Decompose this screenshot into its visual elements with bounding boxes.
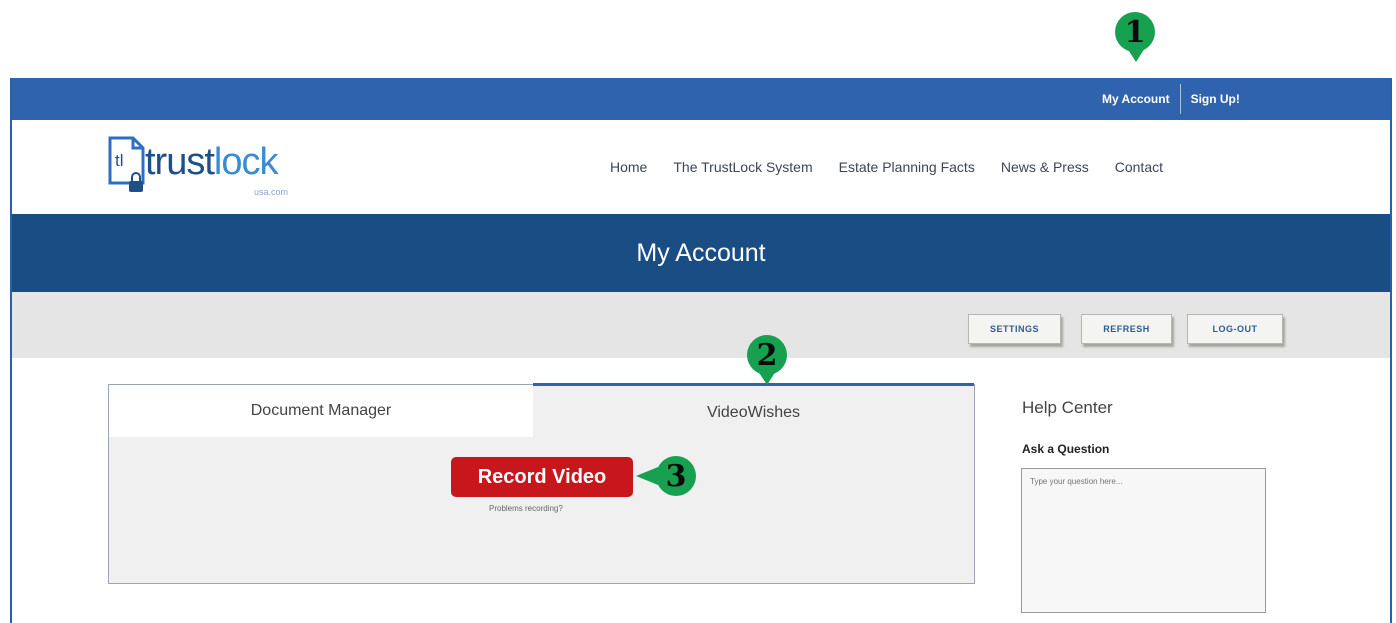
- ask-question-label: Ask a Question: [1022, 442, 1110, 456]
- account-panel: Document Manager VideoWishes Record Vide…: [108, 383, 975, 584]
- page-title-bar: My Account: [12, 214, 1390, 292]
- problems-recording-link[interactable]: Problems recording?: [489, 504, 563, 513]
- site-header: tl trustlock usa.com Home The TrustLock …: [12, 120, 1390, 214]
- record-video-button[interactable]: Record Video: [451, 457, 633, 497]
- tab-videowishes[interactable]: VideoWishes: [533, 383, 974, 440]
- main-nav: Home The TrustLock System Estate Plannin…: [610, 120, 1189, 214]
- logout-button[interactable]: LOG-OUT: [1187, 314, 1283, 344]
- account-toolbar: SETTINGS REFRESH LOG-OUT: [12, 292, 1390, 358]
- nav-estate-planning-facts[interactable]: Estate Planning Facts: [839, 159, 975, 175]
- nav-trustlock-system[interactable]: The TrustLock System: [673, 159, 812, 175]
- document-lock-icon: tl: [108, 136, 145, 192]
- step-marker-3-pointer: [636, 467, 658, 485]
- logo-domain: usa.com: [254, 187, 289, 197]
- question-input[interactable]: [1021, 468, 1266, 613]
- trustlock-logo[interactable]: tl trustlock usa.com: [107, 133, 337, 201]
- logo-mark-text: tl: [115, 151, 124, 170]
- top-utility-bar: My Account Sign Up!: [12, 78, 1390, 120]
- nav-news-press[interactable]: News & Press: [1001, 159, 1089, 175]
- step-marker-1-number: 1: [1124, 14, 1146, 50]
- step-marker-1: 1: [1115, 12, 1155, 52]
- refresh-button[interactable]: REFRESH: [1081, 314, 1172, 344]
- step-marker-1-pointer: [1127, 48, 1145, 62]
- logo-word-trust: trust: [145, 141, 215, 183]
- sign-up-link[interactable]: Sign Up!: [1181, 86, 1250, 112]
- logo-wordmark: trustlock: [145, 141, 279, 184]
- browser-page: My Account Sign Up! tl trustlock usa.com…: [10, 78, 1392, 623]
- step-marker-3-number: 3: [665, 458, 687, 494]
- settings-button[interactable]: SETTINGS: [968, 314, 1061, 344]
- page-title: My Account: [636, 238, 766, 267]
- nav-contact[interactable]: Contact: [1115, 159, 1163, 175]
- step-marker-2-number: 2: [756, 337, 778, 373]
- my-account-link[interactable]: My Account: [1092, 86, 1180, 112]
- tab-document-manager[interactable]: Document Manager: [109, 385, 533, 437]
- step-marker-2-pointer: [758, 371, 776, 385]
- step-marker-2: 2: [747, 335, 787, 375]
- help-center-title: Help Center: [1022, 398, 1113, 417]
- step-marker-3: 3: [656, 456, 696, 496]
- nav-home[interactable]: Home: [610, 159, 647, 175]
- logo-word-lock: lock: [213, 141, 279, 183]
